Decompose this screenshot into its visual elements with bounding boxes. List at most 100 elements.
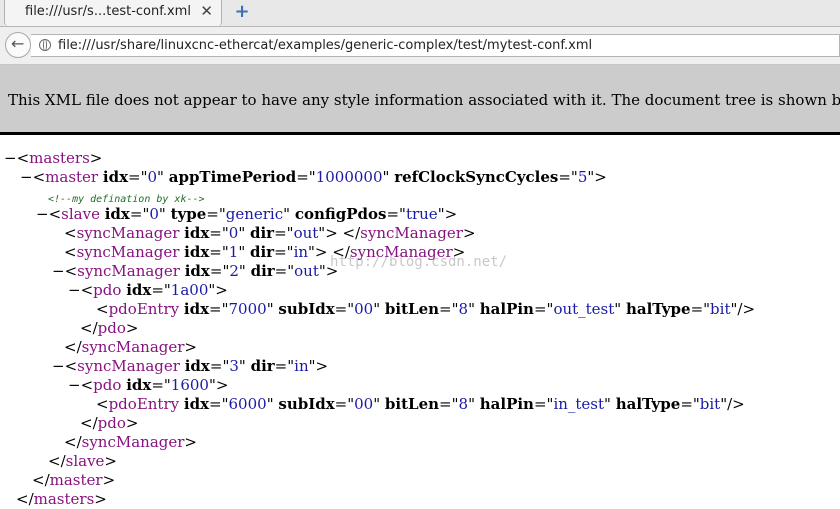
attr-name: dir (250, 224, 275, 242)
collapse-toggle-pdo-1[interactable]: − (68, 281, 81, 299)
tag-name: syncManager (81, 433, 185, 451)
xml-line-syncmanager-3-close: </syncManager> (64, 433, 197, 451)
attr-value: bit (699, 395, 721, 413)
xml-line-masters-close: </masters> (16, 490, 107, 508)
attr-name: idx (183, 395, 210, 413)
tag-name: pdoEntry (108, 395, 180, 413)
tag-name: slave (61, 205, 100, 223)
attr-name: refClockSyncCycles (394, 168, 559, 186)
collapse-toggle-slave[interactable]: − (36, 205, 49, 223)
tag-name: syncManager (76, 224, 180, 242)
xml-line-pdo-2-close: </pdo> (80, 414, 139, 432)
attr-name: idx (126, 281, 152, 299)
xml-line-pdo-2-open: −<pdo idx="1600"> (68, 376, 229, 394)
attr-value: generic (225, 205, 284, 223)
attr-value: 6000 (228, 395, 267, 413)
url-bar[interactable]: file:///usr/share/linuxcnc-ethercat/exam… (31, 34, 840, 57)
attr-value: 3 (229, 357, 239, 375)
attr-name: halType (615, 395, 681, 413)
xml-line-masters-open: −<masters> (4, 149, 103, 167)
attr-value: 1600 (170, 376, 209, 394)
attr-value: 1 (228, 243, 239, 261)
back-button[interactable]: ← (5, 32, 31, 58)
attr-value: 5 (577, 168, 588, 186)
xml-line-pdoentry-2: <pdoEntry idx="6000" subIdx="00" bitLen=… (96, 395, 745, 413)
attr-name: idx (183, 300, 210, 318)
attr-value: out (294, 262, 319, 280)
attr-value: 7000 (228, 300, 267, 318)
xml-line-syncmanager-0: <syncManager idx="0" dir="out"> </syncMa… (64, 224, 476, 242)
attr-name: appTimePeriod (168, 168, 297, 186)
collapse-toggle-syncmanager-2[interactable]: − (52, 262, 65, 280)
tag-name: syncManager (77, 357, 180, 375)
attr-value: 0 (149, 205, 159, 223)
attr-value: true (405, 205, 438, 223)
attr-name: dir (250, 243, 275, 261)
attr-name: subIdx (278, 300, 335, 318)
attr-value: 00 (354, 395, 374, 413)
attr-name: bitLen (384, 395, 440, 413)
collapse-toggle-pdo-2[interactable]: − (68, 376, 81, 394)
attr-value: out_test (553, 300, 615, 318)
tag-name: pdo (93, 281, 122, 299)
collapse-toggle-syncmanager-3[interactable]: − (52, 357, 65, 375)
attr-value: 0 (147, 168, 158, 186)
attr-name: halPin (479, 300, 534, 318)
tag-name: master (45, 168, 99, 186)
tag-name: pdo (97, 319, 126, 337)
attr-value: in_test (553, 395, 605, 413)
xml-line-master-open: −<master idx="0" appTimePeriod="1000000"… (20, 168, 607, 186)
xml-line-pdo-1-open: −<pdo idx="1a00"> (68, 281, 228, 299)
banner-divider (0, 132, 840, 135)
attr-name: dir (250, 357, 275, 375)
tag-name: pdo (97, 414, 126, 432)
attr-value: 8 (458, 300, 469, 318)
attr-value: 2 (229, 262, 239, 280)
xml-info-banner: This XML file does not appear to have an… (0, 65, 840, 132)
new-tab-button[interactable]: + (232, 1, 252, 23)
tag-name: syncManager (77, 262, 180, 280)
tag-name: syncManager (360, 224, 463, 242)
attr-value: out (293, 224, 319, 242)
collapse-toggle-masters[interactable]: − (4, 149, 17, 167)
attr-value: 1a00 (170, 281, 209, 299)
close-tab-icon[interactable]: ✕ (200, 2, 213, 20)
attr-name: idx (184, 357, 210, 375)
back-arrow-icon: ← (11, 34, 25, 53)
attr-name: idx (184, 224, 210, 242)
attr-value: in (293, 243, 309, 261)
xml-line-syncmanager-2-open: −<syncManager idx="2" dir="out"> (52, 262, 339, 280)
xml-line-master-close: </master> (32, 471, 116, 489)
tag-name: masters (33, 490, 95, 508)
tag-name: masters (29, 149, 90, 167)
xml-line-syncmanager-1: <syncManager idx="1" dir="in"> </syncMan… (64, 243, 466, 261)
attr-value: 8 (458, 395, 469, 413)
tag-name: master (49, 471, 103, 489)
attr-value: 1000000 (315, 168, 383, 186)
attr-name: dir (250, 262, 275, 280)
xml-line-slave-open: −<slave idx="0" type="generic" configPdo… (36, 205, 458, 223)
xml-line-slave-close: </slave> (48, 452, 117, 470)
xml-info-text: This XML file does not appear to have an… (8, 91, 840, 109)
attr-name: idx (102, 168, 129, 186)
attr-value: in (294, 357, 309, 375)
globe-icon (39, 39, 51, 51)
attr-name: idx (104, 205, 130, 223)
attr-name: idx (126, 376, 152, 394)
attr-name: subIdx (278, 395, 335, 413)
attr-value: bit (710, 300, 731, 318)
tag-name: syncManager (81, 338, 185, 356)
collapse-toggle-master[interactable]: − (20, 168, 33, 186)
xml-line-pdoentry-1: <pdoEntry idx="7000" subIdx="00" bitLen=… (96, 300, 756, 318)
navigation-bar: ← file:///usr/share/linuxcnc-ethercat/ex… (0, 27, 840, 65)
comment-text: <!--my defination by xk--> (48, 194, 205, 205)
xml-line-pdo-1-close: </pdo> (80, 319, 139, 337)
tab-active[interactable]: file:///usr/s...test-conf.xml ✕ (4, 0, 222, 26)
url-text[interactable]: file:///usr/share/linuxcnc-ethercat/exam… (58, 38, 592, 53)
xml-line-syncmanager-3-open: −<syncManager idx="3" dir="in"> (52, 357, 329, 375)
tab-strip: file:///usr/s...test-conf.xml ✕ + (0, 0, 840, 27)
tag-name: syncManager (76, 243, 180, 261)
tab-title[interactable]: file:///usr/s...test-conf.xml (25, 4, 191, 19)
tag-name: pdo (93, 376, 122, 394)
attr-name: halPin (479, 395, 534, 413)
